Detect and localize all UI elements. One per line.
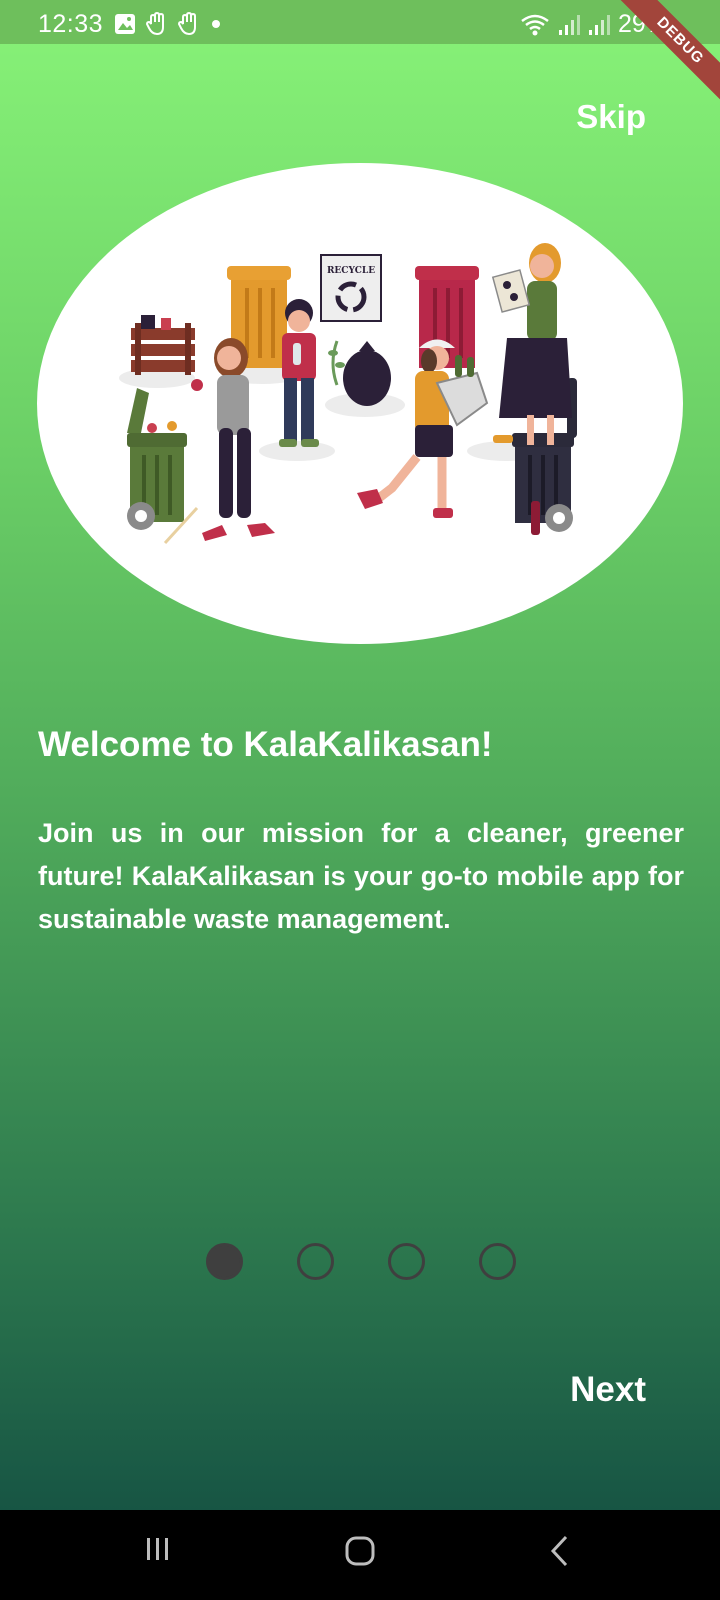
person-woman-paper <box>491 243 572 445</box>
gallery-icon <box>115 14 135 34</box>
crate <box>131 315 195 375</box>
home-icon[interactable] <box>343 1534 377 1568</box>
page-dot-1[interactable] <box>206 1243 243 1280</box>
skip-button[interactable]: Skip <box>576 98 646 136</box>
system-nav-bar <box>0 1510 720 1600</box>
onboarding-description: Join us in our mission for a cleaner, gr… <box>38 818 684 934</box>
onboarding-title: Welcome to KalaKalikasan! <box>38 725 493 764</box>
hand-icon <box>146 12 164 36</box>
signal-icon <box>558 14 580 35</box>
dot-icon <box>212 20 220 28</box>
page-dot-2[interactable] <box>297 1243 334 1280</box>
page-dot-3[interactable] <box>388 1243 425 1280</box>
notification-icons <box>114 12 222 36</box>
page-dot-4[interactable] <box>479 1243 516 1280</box>
onboarding-screen: 12:33 29% DEBUG Skip RECYCLE Welcome to … <box>0 0 720 1510</box>
recents-icon[interactable] <box>143 1534 173 1564</box>
svg-text:RECYCLE: RECYCLE <box>327 266 375 276</box>
status-bar: 12:33 29% DEBUG <box>0 0 720 107</box>
recycle-sign: RECYCLE <box>320 254 382 322</box>
trash-bag <box>328 340 391 406</box>
recycling-people-illustration: RECYCLE <box>119 243 577 545</box>
signal-icon <box>588 14 610 35</box>
back-icon[interactable] <box>548 1534 572 1568</box>
status-time: 12:33 <box>38 10 104 38</box>
hand-icon <box>178 12 196 36</box>
wifi-icon <box>521 14 549 35</box>
green-bin <box>127 388 199 545</box>
page-indicator <box>206 1243 516 1280</box>
onboarding-illustration: RECYCLE <box>37 163 683 644</box>
next-button[interactable]: Next <box>570 1370 646 1410</box>
